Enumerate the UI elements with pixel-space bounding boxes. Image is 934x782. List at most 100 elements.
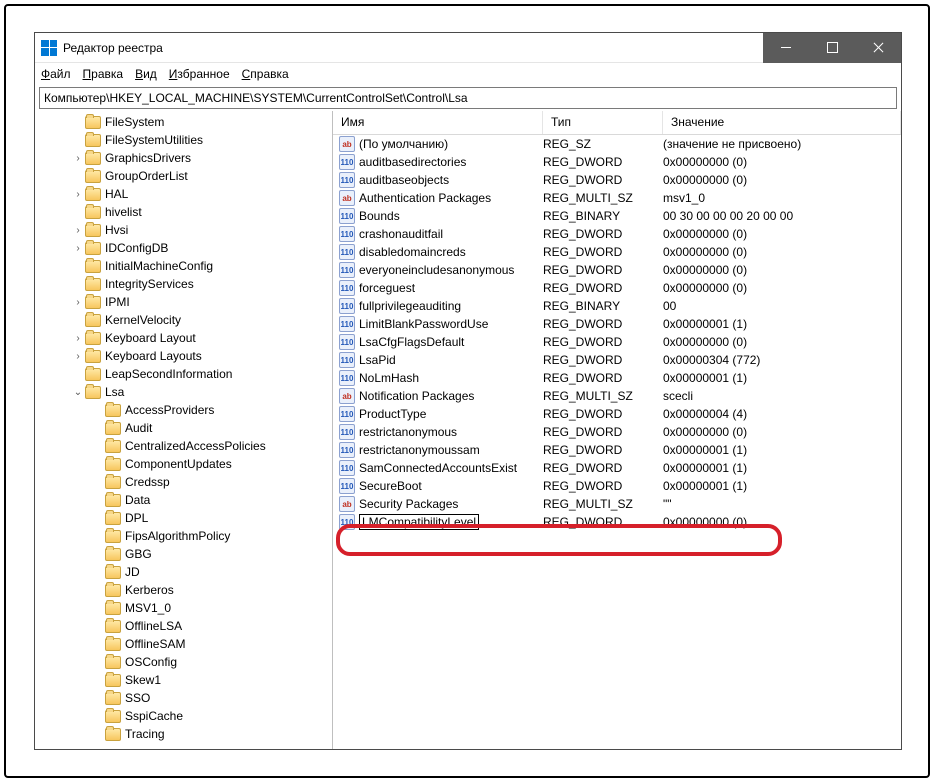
minimize-button[interactable] bbox=[763, 33, 809, 63]
list-body[interactable]: ab(По умолчанию)REG_SZ(значение не присв… bbox=[333, 135, 901, 749]
tree-item[interactable]: ›Keyboard Layouts bbox=[35, 347, 332, 365]
value-row[interactable]: 110SecureBootREG_DWORD0x00000001 (1) bbox=[333, 477, 901, 495]
chevron-right-icon[interactable]: › bbox=[71, 333, 85, 344]
value-row[interactable]: abNotification PackagesREG_MULTI_SZscecl… bbox=[333, 387, 901, 405]
tree-item[interactable]: CentralizedAccessPolicies bbox=[35, 437, 332, 455]
tree-item[interactable]: SSO bbox=[35, 689, 332, 707]
tree-item[interactable]: ›GraphicsDrivers bbox=[35, 149, 332, 167]
value-row[interactable]: 110forceguestREG_DWORD0x00000000 (0) bbox=[333, 279, 901, 297]
tree-item[interactable]: ComponentUpdates bbox=[35, 455, 332, 473]
chevron-right-icon[interactable]: › bbox=[71, 297, 85, 308]
value-row[interactable]: abSecurity PackagesREG_MULTI_SZ"" bbox=[333, 495, 901, 513]
folder-icon bbox=[85, 242, 101, 255]
value-name: Notification Packages bbox=[359, 389, 474, 403]
tree-item[interactable]: OfflineLSA bbox=[35, 617, 332, 635]
folder-icon bbox=[105, 728, 121, 741]
tree-item[interactable]: DPL bbox=[35, 509, 332, 527]
tree-label: IntegrityServices bbox=[105, 277, 194, 291]
tree-item[interactable]: ›IPMI bbox=[35, 293, 332, 311]
folder-icon bbox=[85, 224, 101, 237]
value-row[interactable]: 110NoLmHashREG_DWORD0x00000001 (1) bbox=[333, 369, 901, 387]
value-row[interactable]: 110fullprivilegeauditingREG_BINARY00 bbox=[333, 297, 901, 315]
value-name: restrictanonymous bbox=[359, 425, 457, 439]
value-row[interactable]: 110restrictanonymousREG_DWORD0x00000000 … bbox=[333, 423, 901, 441]
tree-item[interactable]: FipsAlgorithmPolicy bbox=[35, 527, 332, 545]
tree-item[interactable]: SspiCache bbox=[35, 707, 332, 725]
tree-item[interactable]: JD bbox=[35, 563, 332, 581]
value-row[interactable]: 110crashonauditfailREG_DWORD0x00000000 (… bbox=[333, 225, 901, 243]
binary-value-icon: 110 bbox=[339, 514, 355, 530]
tree-item[interactable]: ⌄ Lsa bbox=[35, 383, 332, 401]
tree-item[interactable]: OfflineSAM bbox=[35, 635, 332, 653]
menu-view[interactable]: Вид bbox=[135, 67, 157, 81]
chevron-right-icon[interactable]: › bbox=[71, 225, 85, 236]
address-bar[interactable]: Компьютер\HKEY_LOCAL_MACHINE\SYSTEM\Curr… bbox=[39, 87, 897, 109]
value-row[interactable]: 110LsaCfgFlagsDefaultREG_DWORD0x00000000… bbox=[333, 333, 901, 351]
tree-item[interactable]: OSConfig bbox=[35, 653, 332, 671]
tree-item[interactable]: LeapSecondInformation bbox=[35, 365, 332, 383]
value-row[interactable]: 110LMCompatibilityLevelREG_DWORD0x000000… bbox=[333, 513, 901, 531]
value-row[interactable]: 110disabledomaincredsREG_DWORD0x00000000… bbox=[333, 243, 901, 261]
chevron-down-icon[interactable]: ⌄ bbox=[71, 387, 85, 398]
value-name: ProductType bbox=[359, 407, 426, 421]
col-type[interactable]: Тип bbox=[543, 111, 663, 134]
registry-tree[interactable]: FileSystemFileSystemUtilities›GraphicsDr… bbox=[35, 111, 333, 749]
value-row[interactable]: 110auditbasedirectoriesREG_DWORD0x000000… bbox=[333, 153, 901, 171]
folder-icon bbox=[85, 368, 101, 381]
close-button[interactable] bbox=[855, 33, 901, 63]
value-row[interactable]: 110everyoneincludesanonymousREG_DWORD0x0… bbox=[333, 261, 901, 279]
menu-file[interactable]: Файл bbox=[41, 67, 71, 81]
col-name[interactable]: Имя bbox=[333, 111, 543, 134]
tree-item[interactable]: FileSystemUtilities bbox=[35, 131, 332, 149]
tree-item[interactable]: KernelVelocity bbox=[35, 311, 332, 329]
folder-icon bbox=[85, 206, 101, 219]
value-type: REG_MULTI_SZ bbox=[543, 191, 663, 205]
col-data[interactable]: Значение bbox=[663, 111, 901, 134]
menu-edit[interactable]: Правка bbox=[83, 67, 124, 81]
value-row[interactable]: 110ProductTypeREG_DWORD0x00000004 (4) bbox=[333, 405, 901, 423]
list-header[interactable]: Имя Тип Значение bbox=[333, 111, 901, 135]
tree-item[interactable]: IntegrityServices bbox=[35, 275, 332, 293]
chevron-right-icon[interactable]: › bbox=[71, 153, 85, 164]
tree-label: HAL bbox=[105, 187, 128, 201]
tree-item[interactable]: ›Keyboard Layout bbox=[35, 329, 332, 347]
value-list[interactable]: Имя Тип Значение ab(По умолчанию)REG_SZ(… bbox=[333, 111, 901, 749]
value-row[interactable]: 110LimitBlankPasswordUseREG_DWORD0x00000… bbox=[333, 315, 901, 333]
tree-item[interactable]: InitialMachineConfig bbox=[35, 257, 332, 275]
chevron-right-icon[interactable]: › bbox=[71, 189, 85, 200]
tree-item[interactable]: MSV1_0 bbox=[35, 599, 332, 617]
value-row[interactable]: 110auditbaseobjectsREG_DWORD0x00000000 (… bbox=[333, 171, 901, 189]
value-row[interactable]: 110BoundsREG_BINARY00 30 00 00 00 20 00 … bbox=[333, 207, 901, 225]
tree-item[interactable]: Audit bbox=[35, 419, 332, 437]
menu-favorites[interactable]: Избранное bbox=[169, 67, 230, 81]
tree-item[interactable]: GBG bbox=[35, 545, 332, 563]
titlebar[interactable]: Редактор реестра bbox=[35, 33, 901, 63]
value-row[interactable]: 110LsaPidREG_DWORD0x00000304 (772) bbox=[333, 351, 901, 369]
value-type: REG_DWORD bbox=[543, 317, 663, 331]
tree-item[interactable]: hivelist bbox=[35, 203, 332, 221]
value-type: REG_DWORD bbox=[543, 353, 663, 367]
tree-item[interactable]: ›Hvsi bbox=[35, 221, 332, 239]
value-row[interactable]: abAuthentication PackagesREG_MULTI_SZmsv… bbox=[333, 189, 901, 207]
chevron-right-icon[interactable]: › bbox=[71, 351, 85, 362]
tree-item[interactable]: Skew1 bbox=[35, 671, 332, 689]
tree-item[interactable]: GroupOrderList bbox=[35, 167, 332, 185]
tree-item[interactable]: FileSystem bbox=[35, 113, 332, 131]
binary-value-icon: 110 bbox=[339, 298, 355, 314]
value-row[interactable]: ab(По умолчанию)REG_SZ(значение не присв… bbox=[333, 135, 901, 153]
tree-item[interactable]: AccessProviders bbox=[35, 401, 332, 419]
tree-item[interactable]: › HAL bbox=[35, 185, 332, 203]
tree-item[interactable]: ›IDConfigDB bbox=[35, 239, 332, 257]
tree-item[interactable]: Kerberos bbox=[35, 581, 332, 599]
maximize-button[interactable] bbox=[809, 33, 855, 63]
tree-label: Lsa bbox=[105, 385, 124, 399]
value-data: 0x00000000 (0) bbox=[663, 263, 901, 277]
chevron-right-icon[interactable]: › bbox=[71, 243, 85, 254]
rename-input[interactable]: LMCompatibilityLevel bbox=[359, 514, 479, 530]
tree-item[interactable]: Credssp bbox=[35, 473, 332, 491]
menu-help[interactable]: Справка bbox=[242, 67, 289, 81]
value-row[interactable]: 110restrictanonymoussamREG_DWORD0x000000… bbox=[333, 441, 901, 459]
value-row[interactable]: 110SamConnectedAccountsExistREG_DWORD0x0… bbox=[333, 459, 901, 477]
tree-item[interactable]: Tracing bbox=[35, 725, 332, 743]
tree-item[interactable]: Data bbox=[35, 491, 332, 509]
